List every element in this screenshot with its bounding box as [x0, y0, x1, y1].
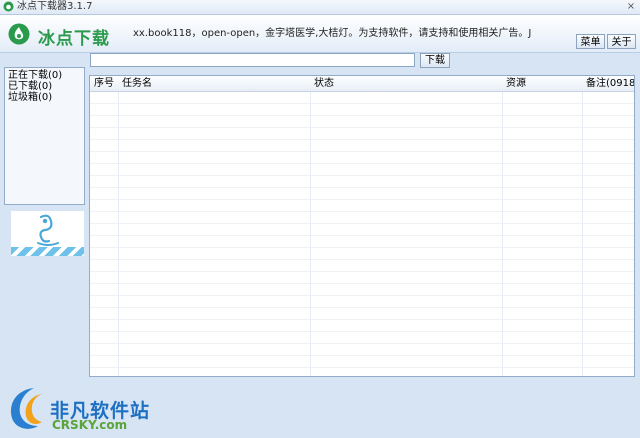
marquee-text: xx.book118，open-open，金字塔医学,大桔灯。为支持软件，请支持… [133, 28, 532, 39]
close-button[interactable]: × [625, 1, 637, 12]
app-logo-icon [3, 1, 14, 12]
column-header-index[interactable]: 序号 [94, 76, 114, 91]
watermark: 非凡软件站 CRSKY.com [4, 382, 154, 436]
task-table: 序号 任务名 状态 资源 备注(0918) [89, 75, 635, 377]
app-logo-icon [8, 23, 30, 45]
table-header: 序号 任务名 状态 资源 备注(0918) [90, 76, 634, 92]
title-bar: 冰点下载器3.1.7 × [0, 0, 640, 15]
category-downloaded[interactable]: 已下载(0) [5, 81, 84, 92]
ad-stripe [11, 247, 84, 256]
table-body[interactable] [90, 92, 634, 376]
column-header-task-name[interactable]: 任务名 [122, 76, 152, 91]
download-button[interactable]: 下载 [420, 53, 450, 68]
app-name: 冰点下载 [38, 29, 110, 49]
category-list: 正在下载(0) 已下载(0) 垃圾箱(0) [4, 67, 85, 205]
ad-banner[interactable] [11, 211, 84, 256]
url-input[interactable] [90, 53, 415, 67]
watermark-domain: CRSKY.com [52, 418, 128, 432]
window-title: 冰点下载器3.1.7 [17, 1, 93, 12]
crsky-logo-icon [10, 388, 42, 429]
header-bar: 冰点下载 xx.book118，open-open，金字塔医学,大桔灯。为支持软… [0, 15, 640, 53]
category-trash[interactable]: 垃圾箱(0) [5, 92, 84, 103]
menu-button[interactable]: 菜单 [576, 34, 605, 49]
category-downloading[interactable]: 正在下载(0) [5, 70, 84, 81]
column-header-status[interactable]: 状态 [314, 76, 334, 91]
column-header-resource[interactable]: 资源 [506, 76, 526, 91]
about-button[interactable]: 关于 [607, 34, 636, 49]
column-header-note[interactable]: 备注(0918) [586, 76, 634, 91]
